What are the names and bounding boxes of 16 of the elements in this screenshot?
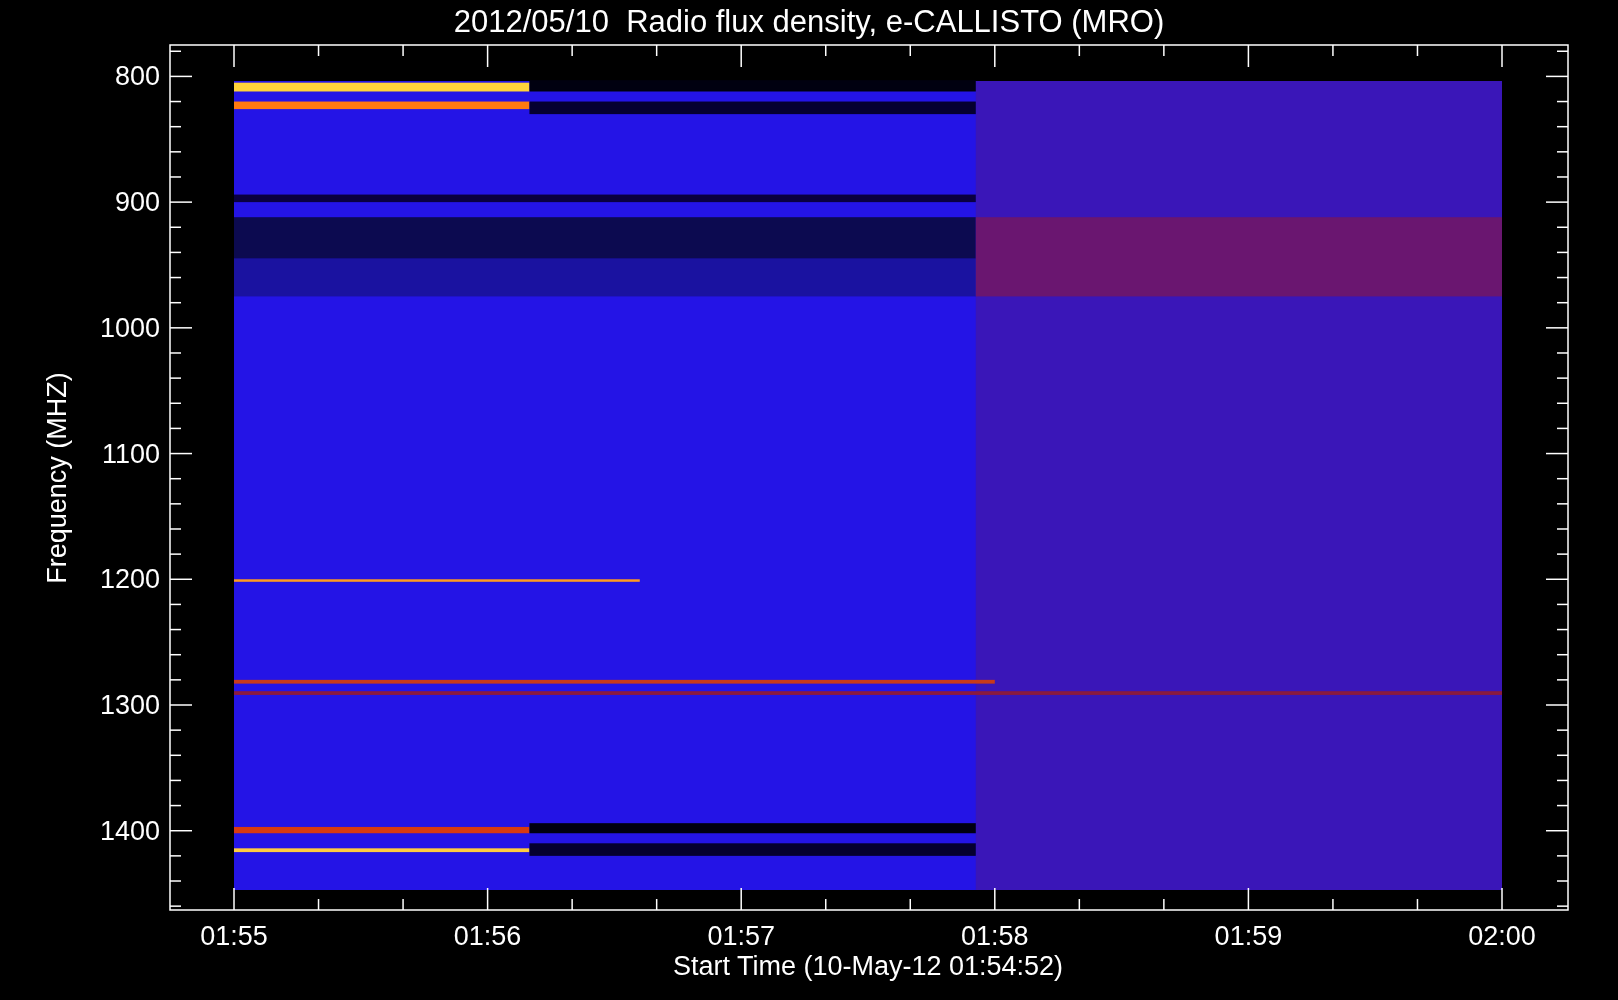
y-tick-label: 1400: [99, 815, 160, 846]
x-tick-label: 01:58: [961, 921, 1029, 951]
y-tick-label: 900: [114, 187, 160, 218]
x-tick-label: 01:55: [200, 921, 268, 951]
x-axis-label: Start Time (10-May-12 01:54:52): [672, 951, 1064, 981]
y-tick-label: 1000: [99, 312, 160, 343]
y-tick-label: 1100: [101, 438, 160, 469]
x-tick-label: 01:57: [707, 921, 775, 951]
y-tick-label: 1200: [99, 564, 160, 595]
x-tick-label: 02:00: [1468, 921, 1536, 951]
y-tick-label: 1300: [99, 690, 160, 720]
y-axis-label: Frequency (MHZ): [42, 372, 72, 584]
chart-title: 2012/05/10 Radio flux density, e-CALLISTO (MRO): [453, 4, 1165, 39]
y-tick-label: 800: [114, 61, 160, 92]
x-tick-label: 01:59: [1214, 921, 1283, 951]
x-tick-label: 01:56: [453, 921, 522, 951]
